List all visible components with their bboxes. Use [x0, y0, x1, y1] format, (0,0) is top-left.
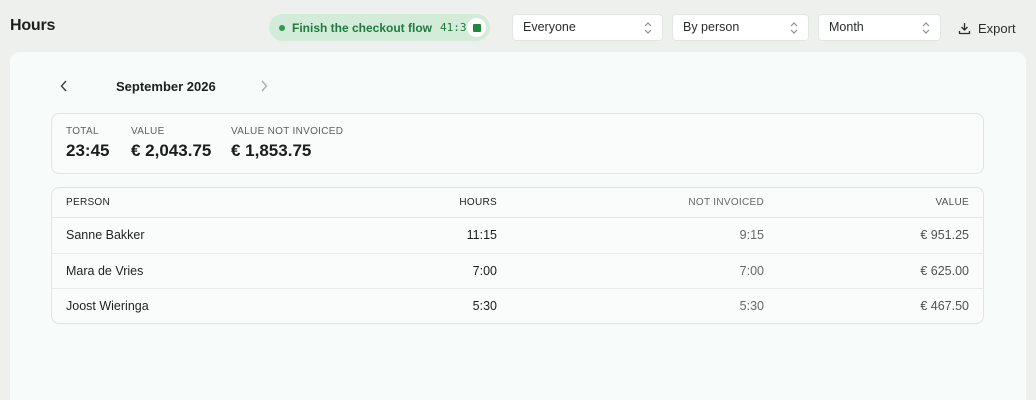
not-invoiced-label: VALUE NOT INVOICED — [231, 126, 344, 137]
value-amount: € 2,043.75 — [131, 141, 212, 160]
current-month-label: September 2026 — [116, 79, 216, 94]
cell-person: Sanne Bakker — [66, 228, 145, 242]
column-header-value[interactable]: VALUE — [935, 197, 969, 208]
cell-person: Joost Wieringa — [66, 299, 149, 313]
cell-hours: 11:15 — [466, 228, 497, 242]
cell-hours: 7:00 — [472, 264, 497, 278]
up-down-chevron-icon — [644, 22, 652, 34]
not-invoiced-stat: VALUE NOT INVOICED € 1,853.75 — [231, 126, 343, 161]
grouping-select[interactable]: By person — [672, 14, 809, 41]
download-icon — [958, 22, 971, 34]
total-value: 23:45 — [66, 141, 110, 160]
chevron-left-icon[interactable] — [58, 79, 70, 93]
table-row[interactable]: Sanne Bakker 11:15 9:15 € 951.25 — [52, 218, 983, 253]
running-timer[interactable]: Finish the checkout flow 41:36 — [269, 14, 490, 41]
chevron-right-icon[interactable] — [258, 79, 270, 93]
stop-icon — [472, 23, 481, 32]
period-value: Month — [829, 20, 864, 34]
cell-not-invoiced: 9:15 — [739, 228, 764, 242]
grouping-value: By person — [683, 20, 740, 34]
month-navigator: September 2026 — [52, 76, 282, 96]
table-header: PERSON HOURS NOT INVOICED VALUE — [52, 188, 983, 218]
value-stat: VALUE € 2,043.75 — [131, 126, 211, 161]
not-invoiced-amount: € 1,853.75 — [231, 141, 312, 160]
timer-task-name: Finish the checkout flow — [292, 20, 433, 35]
cell-person: Mara de Vries — [66, 264, 144, 278]
table-row[interactable]: Mara de Vries 7:00 7:00 € 625.00 — [52, 253, 983, 288]
column-header-hours[interactable]: HOURS — [459, 197, 497, 208]
status-dot-icon — [279, 24, 285, 31]
stop-timer-button[interactable] — [467, 18, 486, 37]
top-bar: Hours Finish the checkout flow 41:36 Eve… — [0, 0, 1036, 54]
total-stat: TOTAL 23:45 — [66, 126, 109, 161]
column-header-not-invoiced[interactable]: NOT INVOICED — [688, 197, 764, 208]
export-button[interactable]: Export — [958, 18, 1016, 38]
cell-hours: 5:30 — [472, 299, 497, 313]
people-filter-select[interactable]: Everyone — [512, 14, 663, 41]
summary-card: TOTAL 23:45 VALUE € 2,043.75 VALUE NOT I… — [51, 113, 984, 174]
hours-table: PERSON HOURS NOT INVOICED VALUE Sanne Ba… — [51, 187, 984, 324]
cell-not-invoiced: 5:30 — [739, 299, 764, 313]
cell-value: € 467.50 — [920, 299, 969, 313]
cell-not-invoiced: 7:00 — [739, 264, 764, 278]
value-label: VALUE — [131, 126, 165, 137]
export-label: Export — [978, 20, 1016, 36]
up-down-chevron-icon — [790, 22, 798, 34]
total-label: TOTAL — [66, 126, 99, 137]
cell-value: € 951.25 — [920, 228, 969, 242]
cell-value: € 625.00 — [920, 264, 969, 278]
people-filter-value: Everyone — [523, 20, 576, 34]
column-header-person[interactable]: PERSON — [66, 197, 110, 208]
page-title: Hours — [10, 17, 56, 34]
table-row[interactable]: Joost Wieringa 5:30 5:30 € 467.50 — [52, 288, 983, 323]
period-select[interactable]: Month — [818, 14, 941, 41]
up-down-chevron-icon — [922, 22, 930, 34]
